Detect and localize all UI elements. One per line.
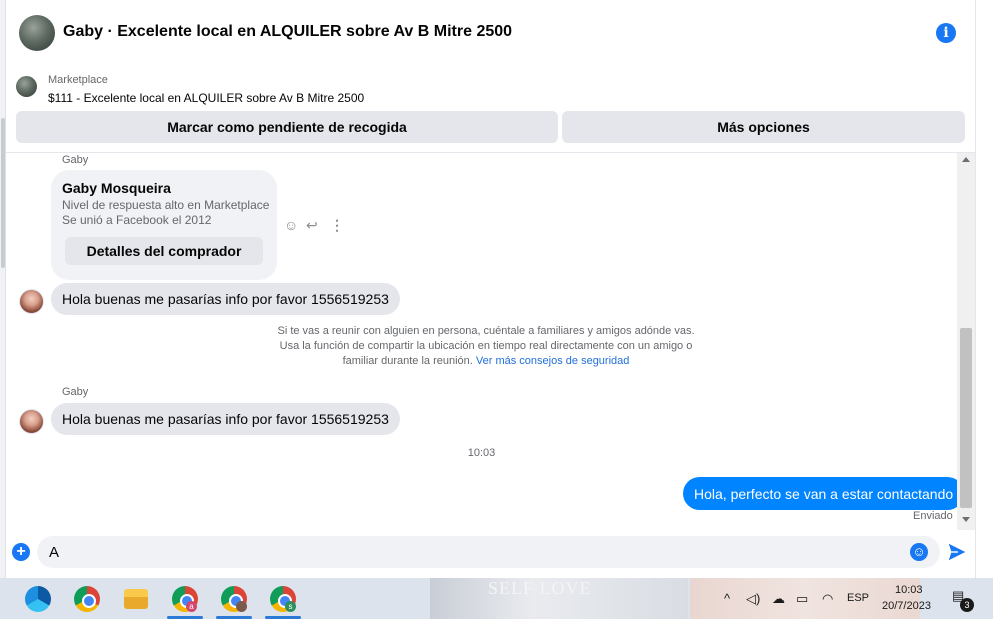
- scroll-up-arrow-icon[interactable]: [962, 157, 970, 162]
- language-indicator[interactable]: ESP: [847, 592, 869, 604]
- react-icon[interactable]: ☺: [284, 217, 298, 233]
- more-icon[interactable]: ⋮: [330, 217, 344, 234]
- message-input[interactable]: [37, 536, 940, 568]
- conversation-title[interactable]: Gaby · Excelente local en ALQUILER sobre…: [63, 23, 512, 41]
- sender-name-label: Gaby: [62, 154, 89, 166]
- onedrive-icon[interactable]: ☁: [772, 591, 785, 607]
- message-list: Gaby Gaby Mosqueira Nivel de respuesta a…: [6, 153, 965, 530]
- left-scrollbar-thumb[interactable]: [1, 118, 5, 268]
- safety-line-3: familiar durante la reunión. Ver más con…: [266, 354, 706, 369]
- wifi-icon[interactable]: ◠: [822, 591, 833, 607]
- battery-icon[interactable]: ▭: [796, 591, 808, 607]
- mark-pending-button[interactable]: Marcar como pendiente de recogida: [16, 111, 558, 143]
- scroll-down-arrow-icon[interactable]: [962, 517, 970, 522]
- messenger-window: Gaby · Excelente local en ALQUILER sobre…: [0, 0, 993, 578]
- notification-count: 3: [960, 598, 974, 612]
- safety-tips-link[interactable]: Ver más consejos de seguridad: [476, 355, 629, 367]
- safety-line-2: Usa la función de compartir la ubicación…: [279, 340, 693, 352]
- profile-badge: [236, 601, 247, 612]
- emoji-icon[interactable]: ☺: [910, 543, 928, 561]
- buyer-response-rate: Nivel de respuesta alto en Marketplace: [62, 198, 270, 212]
- chat-scrollbar[interactable]: [957, 153, 975, 530]
- message-composer: + ☺: [6, 531, 975, 574]
- clock-date[interactable]: 20/7/2023: [882, 600, 931, 612]
- windows-taskbar: SELF LOVE a s ^ ◁) ☁ ▭ ◠ ESP 10:03 20/7/…: [0, 578, 993, 619]
- safety-line-3-text: familiar durante la reunión.: [342, 355, 473, 367]
- chat-scrollbar-thumb[interactable]: [960, 328, 972, 508]
- buyer-profile-card: Gaby Mosqueira Nivel de respuesta alto e…: [51, 170, 277, 280]
- message-actions: ☺ ↩ ⋮: [284, 217, 346, 235]
- listing-label: Marketplace: [48, 74, 108, 86]
- safety-notice: Si te vas a reunir con alguien en person…: [266, 324, 706, 369]
- buyer-details-button[interactable]: Detalles del comprador: [65, 237, 263, 265]
- sent-status: Enviado: [913, 510, 953, 522]
- incoming-message[interactable]: Hola buenas me pasarías info por favor 1…: [51, 283, 400, 315]
- buyer-name[interactable]: Gaby Mosqueira: [62, 180, 171, 196]
- edge-icon[interactable]: [25, 586, 51, 612]
- incoming-message[interactable]: Hola buenas me pasarías info por favor 1…: [51, 403, 400, 435]
- reply-icon[interactable]: ↩: [306, 217, 318, 234]
- page-right-edge: [975, 0, 993, 578]
- send-icon[interactable]: [946, 541, 968, 563]
- buyer-joined: Se unió a Facebook el 2012: [62, 213, 212, 227]
- chrome-icon[interactable]: [74, 586, 100, 612]
- info-icon[interactable]: i: [936, 23, 956, 43]
- outgoing-message[interactable]: Hola, perfecto se van a estar contactand…: [683, 477, 965, 510]
- profile-badge: a: [186, 601, 197, 612]
- safety-line-1: Si te vas a reunir con alguien en person…: [277, 325, 695, 337]
- conversation-avatar[interactable]: [19, 15, 55, 51]
- conversation-header: Gaby · Excelente local en ALQUILER sobre…: [6, 0, 975, 66]
- wallpaper-text: SELF LOVE: [488, 578, 592, 598]
- listing-price-title: $111 - Excelente local en ALQUILER sobre…: [48, 91, 365, 105]
- volume-icon[interactable]: ◁): [746, 591, 760, 607]
- timestamp-separator: 10:03: [467, 447, 496, 459]
- plus-icon[interactable]: +: [12, 543, 30, 561]
- sender-avatar[interactable]: [19, 409, 44, 434]
- sender-avatar[interactable]: [19, 289, 44, 314]
- file-explorer-icon[interactable]: [124, 589, 148, 609]
- listing-thumbnail: [16, 76, 37, 97]
- more-options-button[interactable]: Más opciones: [562, 111, 965, 143]
- profile-badge: s: [285, 601, 296, 612]
- clock-time[interactable]: 10:03: [895, 584, 923, 596]
- sender-name-label: Gaby: [62, 386, 89, 398]
- chevron-up-icon[interactable]: ^: [724, 591, 730, 606]
- marketplace-listing[interactable]: Marketplace $111 - Excelente local en AL…: [16, 72, 956, 106]
